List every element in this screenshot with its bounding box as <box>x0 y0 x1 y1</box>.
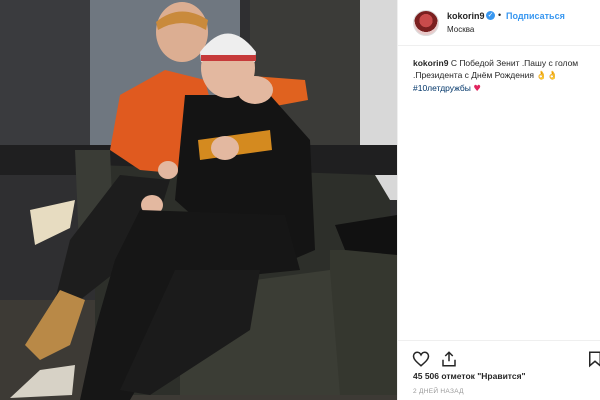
red-heart-emoji-icon: ♥ <box>473 84 481 94</box>
share-icon[interactable] <box>440 350 458 368</box>
post-caption: kokorin9 С Победой Зенит .Пашу с голом .… <box>413 57 593 95</box>
heart-icon[interactable] <box>412 350 430 368</box>
hashtag-link[interactable]: #10летдружбы <box>413 83 471 93</box>
post-photo[interactable] <box>0 0 397 400</box>
follow-button[interactable]: Подписаться <box>506 11 565 21</box>
post-timestamp: 2 ДНЕЙ НАЗАД <box>413 388 464 395</box>
photo-illustration <box>0 0 397 400</box>
post-sidebar: kokorin9 ✓ • Подписаться Москва kokorin9… <box>397 0 600 400</box>
location-link[interactable]: Москва <box>447 25 474 34</box>
username-link[interactable]: kokorin9 <box>447 11 485 21</box>
avatar[interactable] <box>413 10 439 36</box>
separator-dot: • <box>498 10 502 20</box>
ok-hand-emoji-icon: 👌👌 <box>536 71 558 81</box>
caption-username[interactable]: kokorin9 <box>413 58 448 68</box>
post-header: kokorin9 ✓ • Подписаться Москва <box>398 0 600 46</box>
bookmark-icon[interactable] <box>586 350 600 368</box>
verified-badge-icon: ✓ <box>486 11 495 20</box>
likes-count[interactable]: 45 506 отметок "Нравится" <box>413 371 526 381</box>
